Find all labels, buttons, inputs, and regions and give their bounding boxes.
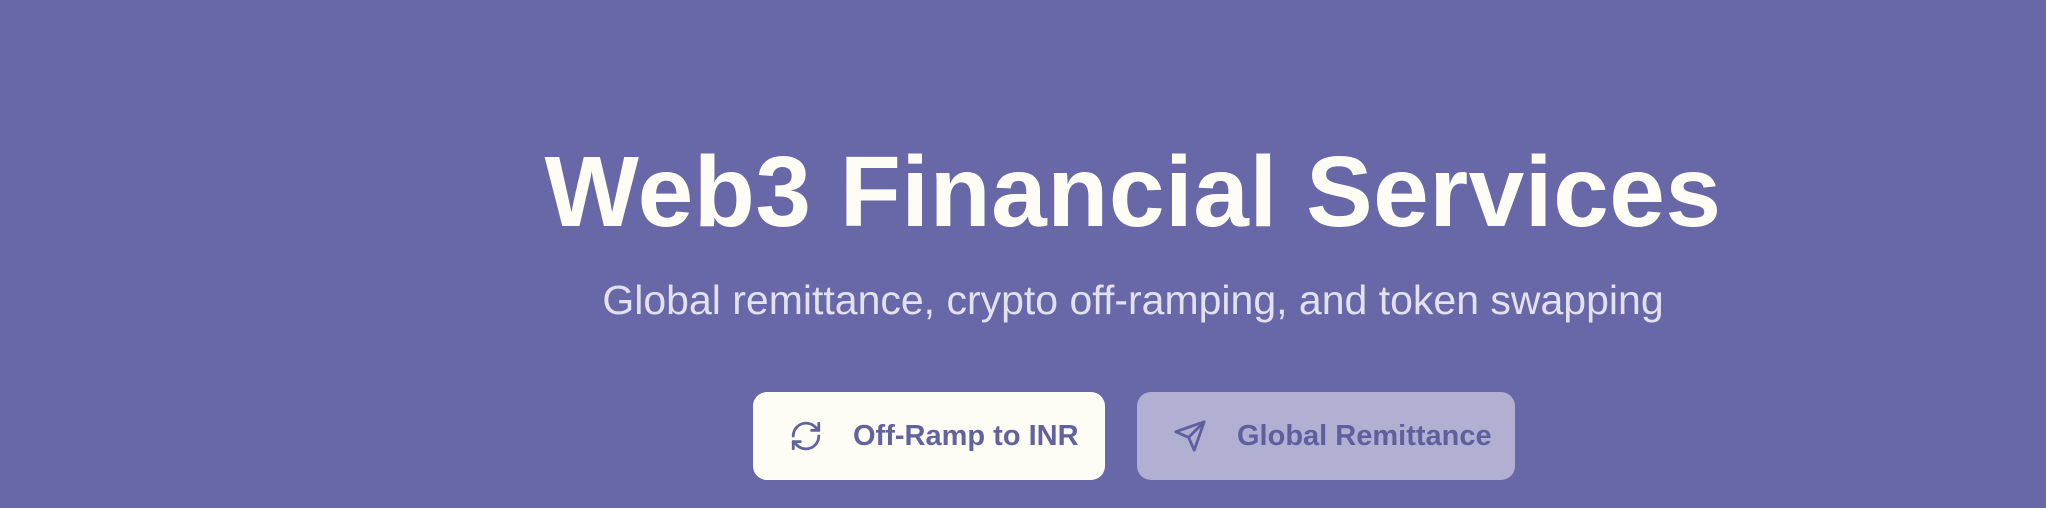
page-title: Web3 Financial Services xyxy=(544,136,1722,248)
global-remittance-button[interactable]: Global Remittance xyxy=(1137,392,1515,480)
off-ramp-button-label: Off-Ramp to INR xyxy=(853,419,1079,452)
hero-section: Web3 Financial Services Global remittanc… xyxy=(0,0,2046,508)
send-icon xyxy=(1173,419,1207,453)
global-remittance-button-label: Global Remittance xyxy=(1237,419,1492,452)
refresh-icon xyxy=(789,419,823,453)
page-subtitle: Global remittance, crypto off-ramping, a… xyxy=(602,277,1664,323)
off-ramp-button[interactable]: Off-Ramp to INR xyxy=(753,392,1105,480)
